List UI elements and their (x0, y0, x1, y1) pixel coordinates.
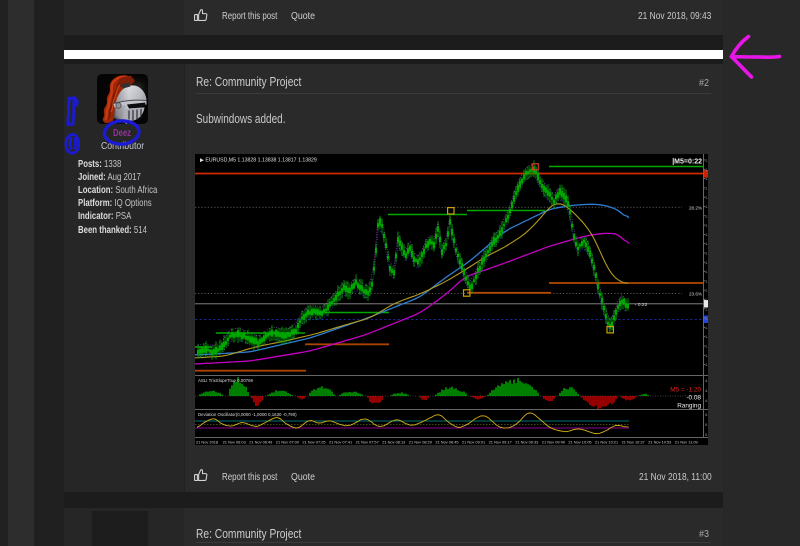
svg-text:1.1: 1.1 (705, 242, 708, 246)
svg-text:1.1: 1.1 (705, 307, 708, 311)
svg-text:21 Nov 09:49: 21 Nov 09:49 (542, 439, 565, 444)
svg-text:1.1: 1.1 (705, 317, 708, 321)
svg-text:‹ 0:22: ‹ 0:22 (635, 302, 648, 308)
svg-text:1.1: 1.1 (705, 214, 708, 218)
svg-text:0.: 0. (705, 423, 708, 427)
svg-text:1.1: 1.1 (705, 270, 708, 274)
svg-text:4.: 4. (705, 389, 708, 393)
svg-text:|M5=0:22: |M5=0:22 (672, 159, 702, 166)
svg-text:21 Nov 10:53: 21 Nov 10:53 (648, 439, 671, 444)
svg-text:21 Nov 07:25: 21 Nov 07:25 (302, 439, 325, 444)
svg-text:21 Nov 09:01: 21 Nov 09:01 (462, 439, 485, 444)
svg-text:21 Nov 08:29: 21 Nov 08:29 (409, 439, 432, 444)
svg-text:23.6%: 23.6% (689, 292, 702, 297)
svg-text:21 Nov 11:09: 21 Nov 11:09 (675, 439, 698, 444)
svg-text:1.1: 1.1 (705, 159, 708, 163)
svg-text:21 Nov 09:33: 21 Nov 09:33 (515, 439, 538, 444)
svg-text:1.1: 1.1 (705, 298, 708, 302)
svg-text:1.1: 1.1 (705, 224, 708, 228)
svg-text:0.: 0. (705, 433, 708, 437)
svg-text:1.1: 1.1 (705, 177, 708, 181)
svg-text:1.1: 1.1 (705, 252, 708, 256)
svg-text:21 Nov 07:41: 21 Nov 07:41 (329, 439, 352, 444)
svg-text:1.1: 1.1 (705, 279, 708, 283)
svg-text:1.1: 1.1 (705, 326, 708, 330)
svg-text:21 Nov 06:03: 21 Nov 06:03 (223, 439, 246, 444)
svg-text:Ranging: Ranging (677, 403, 701, 410)
svg-text:21 Nov 10:37: 21 Nov 10:37 (622, 439, 645, 444)
svg-text:-0.08: -0.08 (686, 395, 701, 402)
svg-text:21 Nov 07:09: 21 Nov 07:09 (276, 439, 299, 444)
svg-text:1.1: 1.1 (705, 363, 708, 367)
svg-text:4.: 4. (705, 399, 708, 403)
svg-text:1.1: 1.1 (705, 233, 708, 237)
svg-text:1.1: 1.1 (705, 345, 708, 349)
svg-text:21 Nov 07:57: 21 Nov 07:57 (356, 439, 379, 444)
svg-text:21 Nov 08:13: 21 Nov 08:13 (382, 439, 405, 444)
svg-text:21 Nov 10:05: 21 Nov 10:05 (568, 439, 591, 444)
svg-text:1.1: 1.1 (705, 168, 708, 172)
svg-text:21 Nov 2018: 21 Nov 2018 (196, 439, 218, 444)
svg-text:▶ EURUSD,M5 1.13828 1.13838 1: ▶ EURUSD,M5 1.13828 1.13838 1.13817 1.13… (200, 158, 317, 164)
svg-text:1.1: 1.1 (705, 335, 708, 339)
svg-text:Deviation Oscillator(0,0000 -1: Deviation Oscillator(0,0000 -1,0000 0,16… (198, 412, 297, 417)
svg-text:1.1: 1.1 (705, 205, 708, 209)
svg-text:1.1: 1.1 (705, 354, 708, 358)
svg-text:M5 = -1.20: M5 = -1.20 (670, 387, 701, 394)
svg-text:21 Nov 06:49: 21 Nov 06:49 (249, 439, 272, 444)
svg-text:1.1: 1.1 (705, 196, 708, 200)
svg-text:28.2%: 28.2% (689, 205, 702, 210)
svg-text:21 Nov 09:17: 21 Nov 09:17 (489, 439, 512, 444)
svg-text:0.: 0. (705, 413, 708, 417)
svg-text:1.1: 1.1 (705, 289, 708, 293)
svg-text:1.1: 1.1 (705, 186, 708, 190)
svg-text:1.1: 1.1 (705, 261, 708, 265)
svg-text:21 Nov 08:45: 21 Nov 08:45 (435, 439, 458, 444)
svg-text:ASLI TrixSlopeTrue 0.00769: ASLI TrixSlopeTrue 0.00769 (198, 378, 254, 383)
svg-text:4.: 4. (705, 379, 708, 383)
svg-text:21 Nov 10:21: 21 Nov 10:21 (595, 439, 618, 444)
